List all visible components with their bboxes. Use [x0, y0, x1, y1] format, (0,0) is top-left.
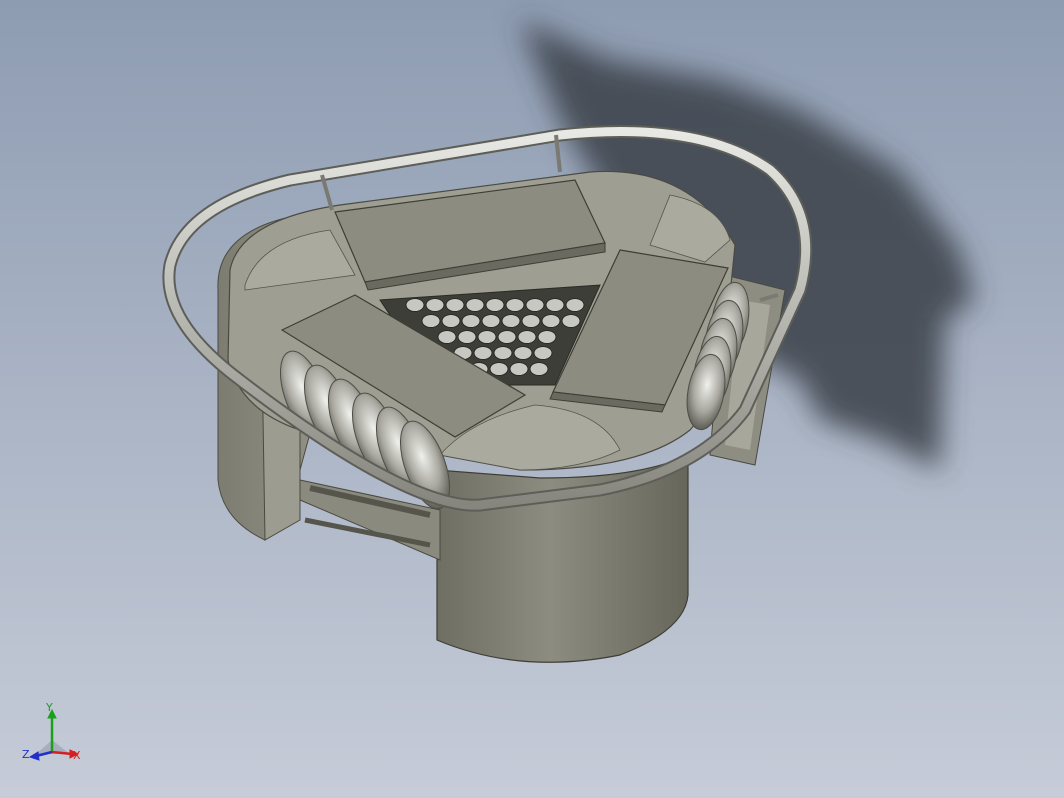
honeycomb-hole: [405, 298, 425, 312]
honeycomb-hole: [565, 298, 585, 312]
cylinder-base: [436, 454, 689, 663]
honeycomb-hole: [485, 298, 505, 312]
triad-y-label: Y: [46, 701, 53, 714]
honeycomb-hole: [477, 330, 497, 344]
honeycomb-hole: [561, 314, 581, 328]
honeycomb-hole: [529, 362, 549, 376]
view-orientation-triad[interactable]: Y X Z: [18, 702, 88, 772]
honeycomb-hole: [497, 330, 517, 344]
honeycomb-hole: [425, 298, 445, 312]
graphics-viewport[interactable]: Y X Z: [0, 0, 1064, 798]
honeycomb-hole: [501, 314, 521, 328]
honeycomb-hole: [489, 362, 509, 376]
honeycomb-hole: [473, 346, 493, 360]
honeycomb-hole: [505, 298, 525, 312]
honeycomb-hole: [461, 314, 481, 328]
honeycomb-hole: [445, 298, 465, 312]
honeycomb-hole: [437, 330, 457, 344]
honeycomb-hole: [521, 314, 541, 328]
honeycomb-hole: [421, 314, 441, 328]
honeycomb-hole: [457, 330, 477, 344]
honeycomb-hole: [465, 298, 485, 312]
honeycomb-hole: [545, 298, 565, 312]
honeycomb-hole: [537, 330, 557, 344]
honeycomb-hole: [441, 314, 461, 328]
honeycomb-hole: [513, 346, 533, 360]
honeycomb-hole: [517, 330, 537, 344]
honeycomb-hole: [541, 314, 561, 328]
triad-z-arrow: [28, 751, 40, 761]
triad-x-label: X: [73, 749, 81, 762]
honeycomb-hole: [493, 346, 513, 360]
honeycomb-hole: [481, 314, 501, 328]
triad-z-label: Z: [22, 748, 30, 761]
honeycomb-hole: [525, 298, 545, 312]
model-3d-view[interactable]: [0, 0, 1064, 798]
honeycomb-hole: [509, 362, 529, 376]
honeycomb-hole: [533, 346, 553, 360]
